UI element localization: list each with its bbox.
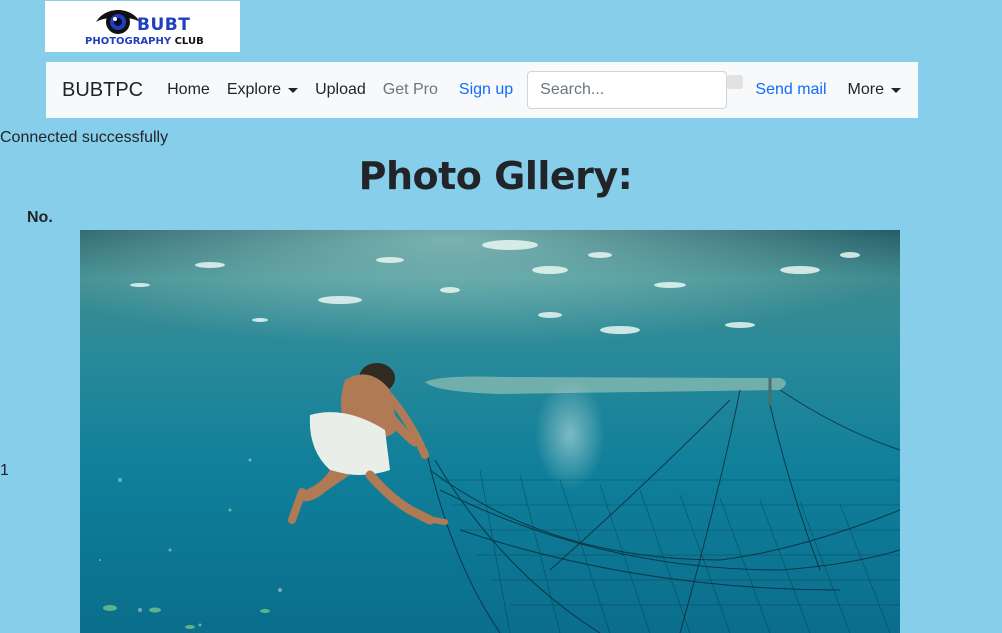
nav-explore-label: Explore xyxy=(226,81,282,98)
nav-upload-link[interactable]: Upload xyxy=(315,81,366,99)
eye-lens-icon xyxy=(96,10,140,34)
logo-subtitle: PHOTOGRAPHY CLUB xyxy=(85,37,204,47)
nav-sign-up-link[interactable]: Sign up xyxy=(459,81,513,99)
top-navbar: BUBTPC Home Explore Upload Get Pro Sign … xyxy=(46,62,918,118)
logo-subtitle-club: CLUB xyxy=(174,36,204,47)
nav-more-dropdown[interactable]: More xyxy=(848,81,901,99)
caret-down-icon xyxy=(288,87,299,93)
page-title: Photo Gllery: xyxy=(358,154,633,198)
table-header-number: No. xyxy=(27,209,53,226)
search-input[interactable] xyxy=(527,71,728,109)
connection-status-text: Connected successfully xyxy=(0,129,169,146)
gallery-photo xyxy=(80,230,900,633)
search-button[interactable] xyxy=(727,75,744,89)
caret-down-icon xyxy=(891,87,901,93)
nav-get-pro-link[interactable]: Get Pro xyxy=(383,81,438,99)
navbar-brand[interactable]: BUBTPC xyxy=(62,79,143,102)
nav-home-link[interactable]: Home xyxy=(167,81,210,99)
nav-explore-dropdown[interactable]: Explore xyxy=(226,81,299,99)
table-row-number: 1 xyxy=(0,462,9,479)
underwater-fisherman-image xyxy=(80,230,900,633)
club-logo: BUBT PHOTOGRAPHY CLUB xyxy=(45,1,240,52)
nav-send-mail-link[interactable]: Send mail xyxy=(755,81,826,99)
nav-more-label: More xyxy=(847,81,884,98)
logo-subtitle-photography: PHOTOGRAPHY xyxy=(85,36,172,47)
logo-title: BUBT xyxy=(137,15,191,35)
